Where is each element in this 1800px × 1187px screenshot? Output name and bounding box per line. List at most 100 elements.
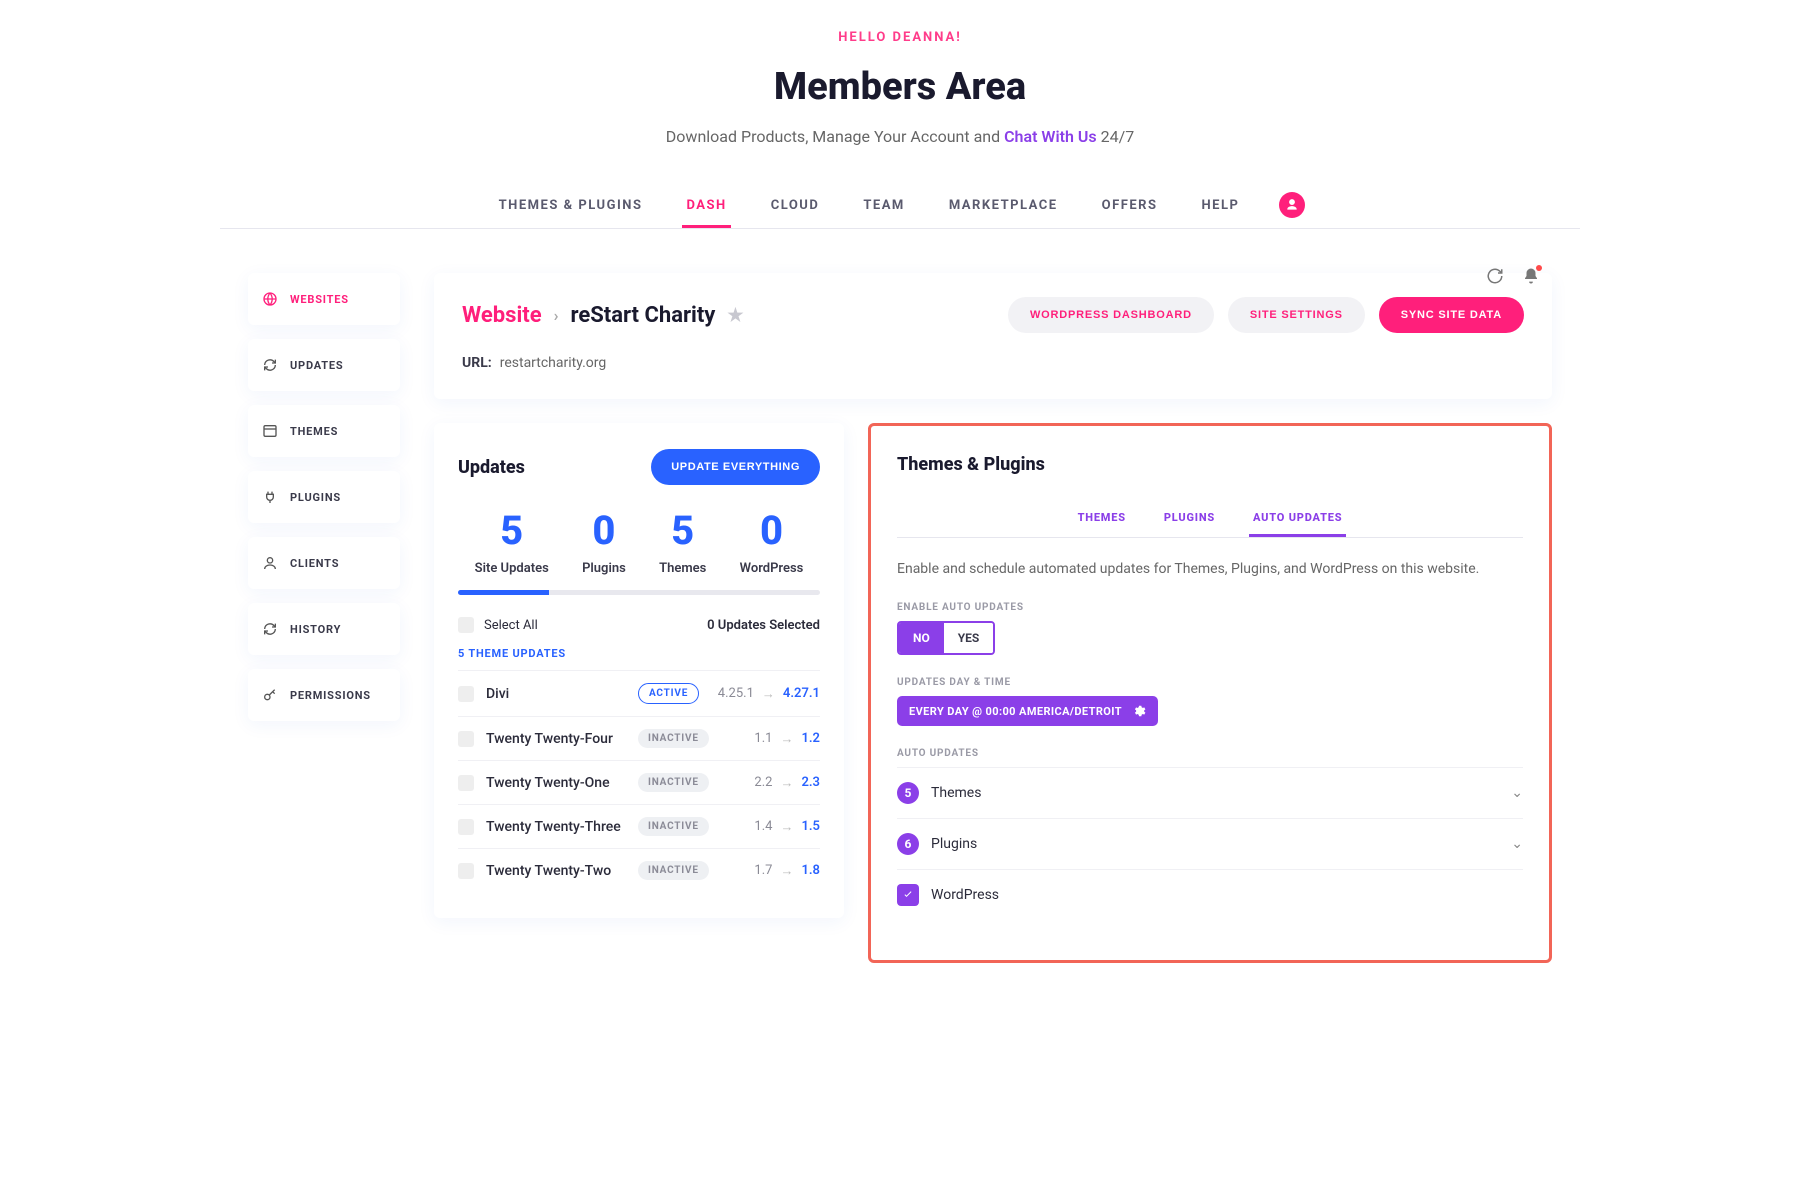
update-row[interactable]: Twenty Twenty-Two INACTIVE 1.7→1.8 xyxy=(458,848,820,892)
stat-label: Plugins xyxy=(582,561,626,576)
update-row[interactable]: Twenty Twenty-Four INACTIVE 1.1→1.2 xyxy=(458,716,820,760)
chevron-right-icon: › xyxy=(554,306,559,325)
select-all-checkbox[interactable] xyxy=(458,617,474,633)
sidebar-label: THEMES xyxy=(290,425,338,438)
theme-name: Divi xyxy=(486,686,626,702)
schedule-button[interactable]: EVERY DAY @ 00:00 AMERICA/DETROIT xyxy=(897,696,1158,726)
version-to: 1.8 xyxy=(801,863,820,878)
stat-label: WordPress xyxy=(740,561,804,576)
row-checkbox[interactable] xyxy=(458,775,474,791)
themes-plugins-card: Themes & Plugins THEMES PLUGINS AUTO UPD… xyxy=(868,423,1552,963)
schedule-label: UPDATES DAY & TIME xyxy=(897,677,1523,688)
chevron-down-icon: ⌄ xyxy=(1511,836,1523,852)
globe-icon xyxy=(262,291,278,307)
sidebar-label: HISTORY xyxy=(290,623,341,636)
nav-team[interactable]: TEAM xyxy=(859,186,908,228)
sidebar-item-websites[interactable]: WEBSITES xyxy=(248,273,400,325)
sidebar-item-permissions[interactable]: PERMISSIONS xyxy=(248,669,400,721)
nav-help[interactable]: HELP xyxy=(1198,186,1244,228)
toggle-no[interactable]: NO xyxy=(899,623,944,653)
sidebar-item-updates[interactable]: UPDATES xyxy=(248,339,400,391)
version-to: 1.5 xyxy=(801,819,820,834)
nav-dash[interactable]: DASH xyxy=(682,186,730,228)
updates-title: Updates xyxy=(458,457,525,478)
stat-themes: 5 Themes xyxy=(659,511,706,576)
update-row[interactable]: Divi ACTIVE 4.25.1→4.27.1 xyxy=(458,670,820,716)
au-row-label: Plugins xyxy=(931,836,977,852)
page-subtitle: Download Products, Manage Your Account a… xyxy=(220,127,1580,146)
update-everything-button[interactable]: UPDATE EVERYTHING xyxy=(651,449,820,485)
greeting: HELLO DEANNA! xyxy=(220,30,1580,45)
sidebar-item-clients[interactable]: CLIENTS xyxy=(248,537,400,589)
auto-updates-toggle[interactable]: NO YES xyxy=(897,621,995,655)
site-header-card: Website › reStart Charity ★ WORDPRESS DA… xyxy=(434,273,1552,399)
auto-update-row-wordpress[interactable]: WordPress xyxy=(897,869,1523,920)
chat-link[interactable]: Chat With Us xyxy=(1004,127,1097,146)
sync-site-data-button[interactable]: SYNC SITE DATA xyxy=(1379,297,1524,333)
enable-auto-updates-label: ENABLE AUTO UPDATES xyxy=(897,602,1523,613)
main-content: Website › reStart Charity ★ WORDPRESS DA… xyxy=(434,273,1552,963)
tp-title: Themes & Plugins xyxy=(897,454,1523,475)
theme-name: Twenty Twenty-Three xyxy=(486,819,626,835)
auto-update-row-plugins[interactable]: 6 Plugins ⌄ xyxy=(897,818,1523,869)
au-row-label: WordPress xyxy=(931,887,999,903)
stat-value: 5 xyxy=(475,511,549,551)
nav-marketplace[interactable]: MARKETPLACE xyxy=(945,186,1062,228)
tab-auto-updates[interactable]: AUTO UPDATES xyxy=(1249,501,1346,537)
row-checkbox[interactable] xyxy=(458,819,474,835)
updates-selected-count: 0 Updates Selected xyxy=(707,618,820,633)
updates-progress xyxy=(458,590,820,595)
nav-themes-plugins[interactable]: THEMES & PLUGINS xyxy=(495,186,647,228)
plug-icon xyxy=(262,489,278,505)
tab-plugins[interactable]: PLUGINS xyxy=(1160,501,1219,537)
sidebar-item-plugins[interactable]: PLUGINS xyxy=(248,471,400,523)
update-row[interactable]: Twenty Twenty-Three INACTIVE 1.4→1.5 xyxy=(458,804,820,848)
site-url[interactable]: restartcharity.org xyxy=(500,355,607,371)
theme-name: Twenty Twenty-One xyxy=(486,775,626,791)
update-row[interactable]: Twenty Twenty-One INACTIVE 2.2→2.3 xyxy=(458,760,820,804)
status-badge: INACTIVE xyxy=(638,773,709,792)
stat-value: 5 xyxy=(659,511,706,551)
tab-themes[interactable]: THEMES xyxy=(1074,501,1130,537)
sidebar: WEBSITES UPDATES THEMES PLUGINS CLIENTS xyxy=(248,273,400,963)
user-avatar-icon[interactable] xyxy=(1279,192,1305,218)
status-badge: ACTIVE xyxy=(638,683,699,704)
version-to: 1.2 xyxy=(801,731,820,746)
stat-value: 0 xyxy=(582,511,626,551)
stat-label: Site Updates xyxy=(475,561,549,576)
row-checkbox[interactable] xyxy=(458,863,474,879)
status-badge: INACTIVE xyxy=(638,861,709,880)
row-checkbox[interactable] xyxy=(458,686,474,702)
breadcrumb-root[interactable]: Website xyxy=(462,303,542,328)
toggle-yes[interactable]: YES xyxy=(944,623,994,653)
star-icon[interactable]: ★ xyxy=(727,305,743,326)
main-nav: THEMES & PLUGINS DASH CLOUD TEAM MARKETP… xyxy=(220,186,1580,229)
status-badge: INACTIVE xyxy=(638,729,709,748)
sidebar-label: PLUGINS xyxy=(290,491,341,504)
stat-label: Themes xyxy=(659,561,706,576)
chevron-down-icon: ⌄ xyxy=(1511,785,1523,801)
sidebar-item-history[interactable]: HISTORY xyxy=(248,603,400,655)
site-settings-button[interactable]: SITE SETTINGS xyxy=(1228,297,1365,333)
version-to: 2.3 xyxy=(801,775,820,790)
tp-description: Enable and schedule automated updates fo… xyxy=(897,558,1523,580)
auto-update-row-themes[interactable]: 5 Themes ⌄ xyxy=(897,767,1523,818)
nav-cloud[interactable]: CLOUD xyxy=(767,186,824,228)
tp-tabs: THEMES PLUGINS AUTO UPDATES xyxy=(897,501,1523,538)
bell-icon[interactable] xyxy=(1522,267,1540,285)
subtitle-pre: Download Products, Manage Your Account a… xyxy=(666,127,1004,146)
sidebar-label: UPDATES xyxy=(290,359,343,372)
refresh-icon xyxy=(262,357,278,373)
au-row-label: Themes xyxy=(931,785,981,801)
window-icon xyxy=(262,423,278,439)
stat-wordpress: 0 WordPress xyxy=(740,511,804,576)
refresh-icon[interactable] xyxy=(1486,267,1504,285)
breadcrumb: Website › reStart Charity ★ xyxy=(462,303,744,328)
subtitle-post: 24/7 xyxy=(1097,127,1135,146)
wordpress-dashboard-button[interactable]: WORDPRESS DASHBOARD xyxy=(1008,297,1214,333)
nav-offers[interactable]: OFFERS xyxy=(1098,186,1162,228)
sidebar-item-themes[interactable]: THEMES xyxy=(248,405,400,457)
theme-name: Twenty Twenty-Four xyxy=(486,731,626,747)
key-icon xyxy=(262,687,278,703)
row-checkbox[interactable] xyxy=(458,731,474,747)
